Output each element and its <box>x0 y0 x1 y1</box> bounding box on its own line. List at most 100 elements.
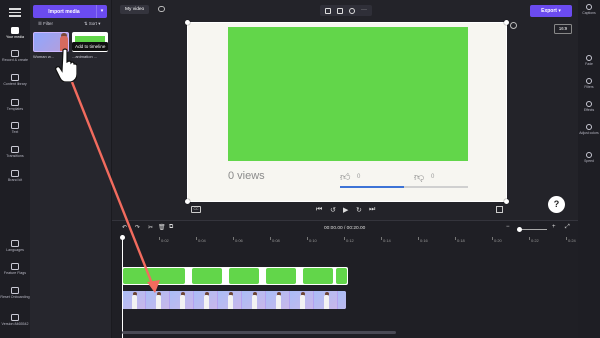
timeline-ruler[interactable]: 0:02 0:04 0:06 0:08 0:10 0:12 0:14 0:16 0:18 0:20… <box>122 237 578 245</box>
video-frame-thumbnail <box>122 291 146 309</box>
crop-icon[interactable] <box>337 7 343 14</box>
ruler-tick-label: 0:22 <box>531 238 539 243</box>
frame-person-body <box>252 295 257 309</box>
filter-icon: ☰ <box>38 21 42 26</box>
timecode: 00:00.00 / 00:20.00 <box>324 226 366 231</box>
video-frame-thumbnail <box>266 291 290 309</box>
captions-toggle-icon[interactable]: CC <box>191 206 201 213</box>
ruler-tick-label: 0:08 <box>272 238 280 243</box>
video-canvas[interactable]: 0 views 👍︎ 0 👎︎ 0 <box>185 20 509 204</box>
add-to-timeline-tooltip: Add to timeline <box>72 42 109 51</box>
rail-item-speed[interactable]: Speed <box>578 152 600 163</box>
timeline-clip-woman-video[interactable] <box>122 291 346 309</box>
rail-item-brand-kit[interactable]: Brand kit <box>0 170 30 182</box>
rail-item-effects[interactable]: Effects <box>578 101 600 112</box>
folder-icon <box>11 27 19 34</box>
project-title[interactable]: My video <box>120 5 150 14</box>
ruler-tick-mark <box>233 237 234 240</box>
duplicate-icon[interactable]: ⧉ <box>169 224 173 231</box>
clip-segment <box>336 268 347 284</box>
clip-segment <box>123 268 185 284</box>
skip-back-icon[interactable]: ⏮ <box>316 206 322 214</box>
rail-item-templates[interactable]: Templates <box>0 99 30 111</box>
timeline: ↶ ↷ ✂ 🗑︎ ⧉ − + ⤢ 00:00.00 / 00:20.00 0:0… <box>112 220 578 338</box>
right-properties-rail: Captions Fade Filters Effects Adjust col… <box>578 0 600 338</box>
ruler-tick-mark <box>418 237 419 240</box>
rail-item-your-media[interactable]: Your media <box>0 27 30 39</box>
rail-item-reset-onboarding[interactable]: Reset Onboarding <box>0 287 30 299</box>
hamburger-menu-icon[interactable] <box>9 8 21 17</box>
camera-icon <box>11 50 19 57</box>
split-icon[interactable]: ✂ <box>148 224 153 231</box>
rewind-icon[interactable]: ↺ <box>330 206 336 214</box>
languages-icon <box>11 240 19 247</box>
clip-segment <box>303 268 333 284</box>
templates-icon <box>11 99 19 106</box>
like-ratio-bar <box>340 186 468 188</box>
ruler-tick-mark <box>492 237 493 240</box>
text-icon <box>11 122 19 129</box>
rail-item-version[interactable]: Version 8465542 <box>0 314 30 326</box>
play-icon[interactable]: ▶ <box>343 206 348 214</box>
chevron-down-icon: ▾ <box>558 8 561 14</box>
green-screen-video[interactable] <box>228 27 468 161</box>
hand-cursor-icon <box>55 48 77 82</box>
resize-handle[interactable] <box>504 20 509 25</box>
fit-timeline-icon[interactable]: ⤢ <box>565 224 570 231</box>
video-frame-thumbnail <box>242 291 266 309</box>
rail-item-fade[interactable]: Fade <box>578 55 600 66</box>
resize-handle[interactable] <box>185 20 190 25</box>
ruler-tick-label: 0:04 <box>198 238 206 243</box>
likes-count: 0 <box>357 174 361 180</box>
import-media-label: Import media <box>48 8 80 15</box>
zoom-in-icon[interactable]: + <box>552 224 556 230</box>
ruler-tick-mark <box>196 237 197 240</box>
zoom-out-icon[interactable]: − <box>506 224 510 230</box>
import-media-button[interactable]: Import media ▾ <box>33 5 107 18</box>
speed-icon <box>586 152 592 158</box>
preview-stage: 0 views 👍︎ 0 👎︎ 0 ? <box>112 20 578 218</box>
ruler-tick-label: 0:06 <box>235 238 243 243</box>
rail-item-adjust-colors[interactable]: Adjust colors <box>578 124 600 135</box>
frame-person-body <box>324 295 329 309</box>
ruler-tick-label: 0:10 <box>309 238 317 243</box>
rail-item-feature-flags[interactable]: Feature Flags <box>0 263 30 275</box>
playhead[interactable] <box>120 235 125 338</box>
thumbnail-caption: Woman w... <box>33 54 54 59</box>
info-icon <box>11 314 19 321</box>
chevron-down-icon[interactable]: ▾ <box>96 5 107 18</box>
fullscreen-icon[interactable] <box>496 206 503 213</box>
rail-item-filters[interactable]: Filters <box>578 78 600 89</box>
timeline-scrollbar[interactable] <box>122 331 396 334</box>
filter-sort-row: ☰ Filter ⇅ Sort ▾ <box>38 21 108 27</box>
zoom-slider-handle[interactable] <box>517 227 522 232</box>
rotate-icon[interactable] <box>349 7 355 14</box>
rail-item-content-library[interactable]: Content library <box>0 74 30 86</box>
transitions-icon <box>11 146 19 153</box>
filter-button[interactable]: ☰ Filter <box>38 21 53 26</box>
frame-person-body <box>204 295 209 309</box>
video-frame-thumbnail <box>218 291 242 309</box>
rail-item-text[interactable]: Text <box>0 122 30 134</box>
rail-item-languages[interactable]: Languages <box>0 240 30 252</box>
sort-button[interactable]: ⇅ Sort ▾ <box>84 21 100 27</box>
fit-icon[interactable] <box>325 7 331 14</box>
timeline-clip-green-screen[interactable] <box>122 267 348 285</box>
more-icon[interactable]: ··· <box>361 7 367 14</box>
frame-person-body <box>156 295 161 309</box>
settings-gear-icon[interactable] <box>510 22 517 29</box>
forward-icon[interactable]: ↻ <box>356 206 362 214</box>
rail-item-record[interactable]: Record & create <box>0 50 30 62</box>
playback-controls: CC ⏮ ↺ ▶ ↻ ⏭ <box>112 204 578 216</box>
skip-forward-icon[interactable]: ⏭ <box>369 206 375 214</box>
delete-icon[interactable]: 🗑︎ <box>158 224 166 231</box>
views-count: 0 views <box>228 170 265 182</box>
rail-item-transitions[interactable]: Transitions <box>0 146 30 158</box>
rail-item-captions[interactable]: Captions <box>578 4 600 15</box>
frame-person-body <box>276 295 281 309</box>
export-button[interactable]: Export ▾ <box>530 5 572 17</box>
fade-icon <box>586 55 592 61</box>
dislikes-count: 0 <box>431 174 435 180</box>
undo-icon[interactable]: ↶ <box>122 224 127 231</box>
redo-icon[interactable]: ↷ <box>135 224 140 231</box>
